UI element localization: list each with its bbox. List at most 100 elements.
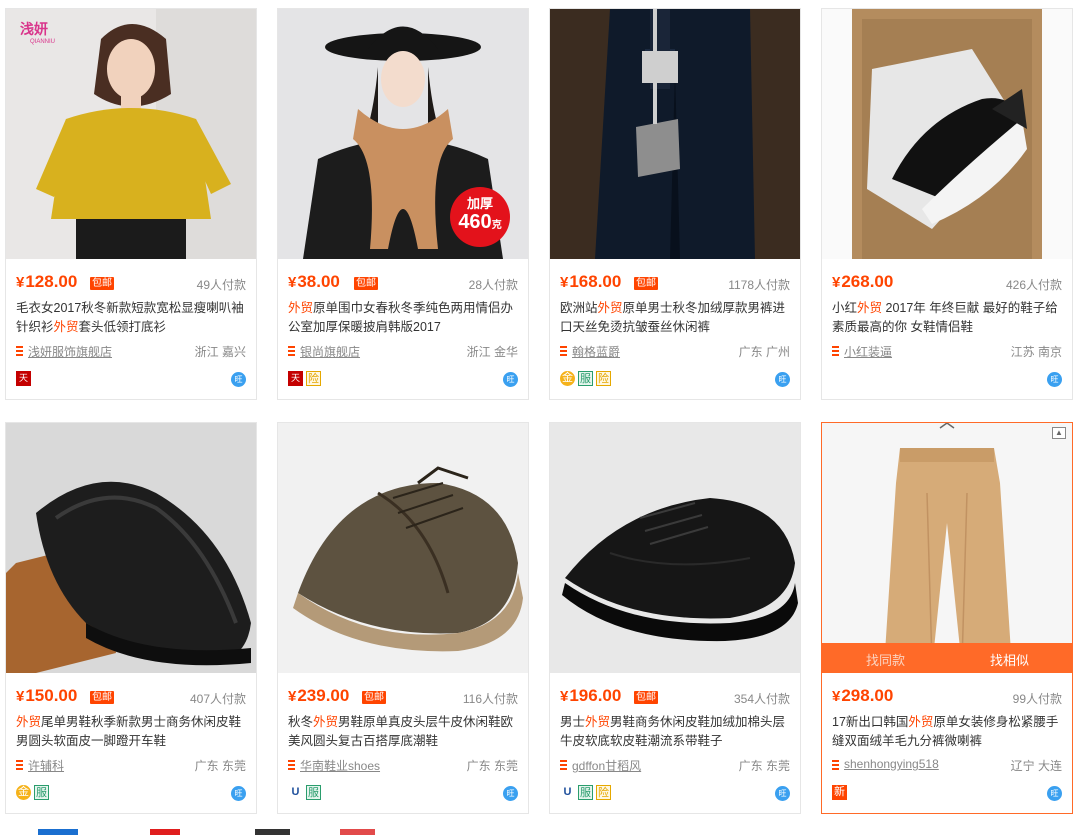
paid-count: 354人付款 bbox=[733, 692, 790, 706]
badge-row: 旺 bbox=[832, 371, 1062, 389]
free-shipping-tag: 包邮 bbox=[362, 691, 386, 704]
service-icon[interactable]: 服 bbox=[578, 371, 593, 386]
shop-link[interactable]: 华南鞋业shoes bbox=[300, 757, 380, 774]
location: 江苏 南京 bbox=[1010, 345, 1062, 359]
shop-link[interactable]: shenhongying518 bbox=[844, 757, 939, 771]
insurance-icon[interactable]: 险 bbox=[596, 785, 611, 800]
gold-seller-icon[interactable]: 金 bbox=[560, 371, 575, 386]
shop-link[interactable]: 浅妍服饰旗舰店 bbox=[28, 343, 112, 360]
badge-row: U服险 旺 bbox=[560, 785, 790, 803]
product-image[interactable]: ▲ 找同款 找相似 bbox=[822, 423, 1072, 673]
shop-icon bbox=[832, 760, 839, 770]
brand-logo bbox=[150, 829, 180, 835]
product-card[interactable]: ¥150.00 包邮 407人付款 外贸尾单男鞋秋季新款男士商务休闲皮鞋男圆头软… bbox=[5, 422, 257, 814]
price: ¥38.00 bbox=[288, 272, 340, 291]
badge-row: 金服险 旺 bbox=[560, 371, 790, 389]
find-same-button[interactable]: 找同款 bbox=[866, 650, 905, 669]
badge-row: U服 旺 bbox=[288, 785, 518, 803]
shield-icon[interactable]: U bbox=[288, 785, 303, 800]
paid-count: 49人付款 bbox=[196, 278, 246, 292]
badge-row: 天 旺 bbox=[16, 371, 246, 389]
location: 广东 东莞 bbox=[738, 759, 790, 773]
wangwang-chat-icon[interactable]: 旺 bbox=[1047, 372, 1062, 387]
price-row: ¥298.00 99人付款 bbox=[832, 685, 1062, 707]
wangwang-chat-icon[interactable]: 旺 bbox=[503, 786, 518, 801]
product-title[interactable]: 欧洲站外贸原单男士秋冬加绒厚款男裤进口天丝免烫抗皱蚕丝休闲裤 bbox=[560, 299, 790, 337]
location: 浙江 金华 bbox=[466, 345, 518, 359]
shop-row: 银尚旗舰店 浙江 金华 bbox=[288, 343, 518, 359]
shop-link[interactable]: 银尚旗舰店 bbox=[300, 343, 360, 360]
badge-row: 金服 旺 bbox=[16, 785, 246, 803]
wangwang-chat-icon[interactable]: 旺 bbox=[775, 372, 790, 387]
free-shipping-tag: 包邮 bbox=[634, 691, 658, 704]
new-icon[interactable]: 新 bbox=[832, 785, 847, 800]
wangwang-chat-icon[interactable]: 旺 bbox=[775, 786, 790, 801]
hide-icon[interactable]: ▲ bbox=[1052, 427, 1066, 439]
shield-icon[interactable]: U bbox=[560, 785, 575, 800]
shop-link[interactable]: gdffon甘稻风 bbox=[572, 757, 641, 774]
wangwang-chat-icon[interactable]: 旺 bbox=[231, 786, 246, 801]
location: 浙江 嘉兴 bbox=[194, 345, 246, 359]
tmall-icon[interactable]: 天 bbox=[16, 371, 31, 386]
brand-logo bbox=[340, 829, 375, 835]
product-image[interactable] bbox=[6, 423, 256, 673]
product-title[interactable]: 17新出口韩国外贸原单女装修身松紧腰手缝双面绒羊毛九分裤微喇裤 bbox=[832, 713, 1062, 751]
shop-row: 小红装逼 江苏 南京 bbox=[832, 343, 1062, 359]
price: ¥196.00 bbox=[560, 686, 622, 705]
brand-watermark-sub: QIANNIU bbox=[30, 39, 56, 45]
product-image[interactable] bbox=[278, 423, 528, 673]
product-card[interactable]: ¥168.00 包邮 1178人付款 欧洲站外贸原单男士秋冬加绒厚款男裤进口天丝… bbox=[549, 8, 801, 400]
service-icon[interactable]: 服 bbox=[34, 785, 49, 800]
service-icon[interactable]: 服 bbox=[578, 785, 593, 800]
tmall-icon[interactable]: 天 bbox=[288, 371, 303, 386]
price-row: ¥128.00 包邮 49人付款 bbox=[16, 271, 246, 293]
brand-logo bbox=[255, 829, 290, 835]
product-title[interactable]: 外贸尾单男鞋秋季新款男士商务休闲皮鞋男圆头软面皮一脚蹬开车鞋 bbox=[16, 713, 246, 751]
shop-row: 华南鞋业shoes 广东 东莞 bbox=[288, 757, 518, 773]
product-image[interactable] bbox=[550, 9, 800, 259]
product-card[interactable]: ▲ 找同款 找相似 ¥298.00 99人付款 17新出口韩国外贸原单女装修身松… bbox=[821, 422, 1073, 814]
product-image[interactable]: 浅妍 QIANNIU bbox=[6, 9, 256, 259]
free-shipping-tag: 包邮 bbox=[90, 277, 114, 290]
product-title[interactable]: 外贸原单围巾女春秋冬季纯色两用情侣办公室加厚保暖披肩韩版2017 bbox=[288, 299, 518, 337]
product-card[interactable]: 加厚 460克 ¥38.00 包邮 28人付款 外贸原单围巾女春秋冬季纯色两用情… bbox=[277, 8, 529, 400]
product-title[interactable]: 秋冬外贸男鞋原单真皮头层牛皮休闲鞋欧美风圆头复古百搭厚底潮鞋 bbox=[288, 713, 518, 751]
product-image[interactable]: 加厚 460克 bbox=[278, 9, 528, 259]
wangwang-chat-icon[interactable]: 旺 bbox=[231, 372, 246, 387]
shop-row: 浅妍服饰旗舰店 浙江 嘉兴 bbox=[16, 343, 246, 359]
product-title[interactable]: 毛衣女2017秋冬新款短款宽松显瘦喇叭袖针织衫外贸套头低领打底衫 bbox=[16, 299, 246, 337]
location: 广东 东莞 bbox=[194, 759, 246, 773]
badge-row: 天险 旺 bbox=[288, 371, 518, 389]
product-card[interactable]: ¥268.00 426人付款 小红外贸 2017年 年终巨献 最好的鞋子给素质最… bbox=[821, 8, 1073, 400]
shop-link[interactable]: 小红装逼 bbox=[844, 343, 892, 360]
product-card[interactable]: ¥239.00 包邮 116人付款 秋冬外贸男鞋原单真皮头层牛皮休闲鞋欧美风圆头… bbox=[277, 422, 529, 814]
wangwang-chat-icon[interactable]: 旺 bbox=[1047, 786, 1062, 801]
shop-icon bbox=[832, 346, 839, 356]
find-similar-button[interactable]: 找相似 bbox=[990, 650, 1029, 669]
brand-watermark: 浅妍 QIANNIU bbox=[20, 19, 55, 45]
product-title[interactable]: 男士外贸男鞋商务休闲皮鞋加绒加棉头层牛皮软底软皮鞋潮流系带鞋子 bbox=[560, 713, 790, 751]
shop-icon bbox=[288, 346, 295, 356]
price-row: ¥168.00 包邮 1178人付款 bbox=[560, 271, 790, 293]
wangwang-chat-icon[interactable]: 旺 bbox=[503, 372, 518, 387]
shop-icon bbox=[288, 760, 295, 770]
product-card[interactable]: 浅妍 QIANNIU ¥128.00 包邮 49人付款 毛衣女2017秋冬新款短… bbox=[5, 8, 257, 400]
price: ¥128.00 bbox=[16, 272, 78, 291]
service-icon[interactable]: 服 bbox=[306, 785, 321, 800]
brand-watermark-text: 浅妍 bbox=[20, 21, 48, 37]
product-title[interactable]: 小红外贸 2017年 年终巨献 最好的鞋子给素质最高的你 女鞋情侣鞋 bbox=[832, 299, 1062, 337]
price-row: ¥150.00 包邮 407人付款 bbox=[16, 685, 246, 707]
price-row: ¥196.00 包邮 354人付款 bbox=[560, 685, 790, 707]
product-card[interactable]: ¥196.00 包邮 354人付款 男士外贸男鞋商务休闲皮鞋加绒加棉头层牛皮软底… bbox=[549, 422, 801, 814]
insurance-icon[interactable]: 险 bbox=[306, 371, 321, 386]
shop-link[interactable]: 翰格蓝爵 bbox=[572, 343, 620, 360]
gold-seller-icon[interactable]: 金 bbox=[16, 785, 31, 800]
promo-badge-number: 460 bbox=[458, 211, 492, 233]
shop-link[interactable]: 许辅科 bbox=[28, 757, 64, 774]
insurance-icon[interactable]: 险 bbox=[596, 371, 611, 386]
product-image[interactable] bbox=[822, 9, 1072, 259]
price: ¥168.00 bbox=[560, 272, 622, 291]
location: 广东 东莞 bbox=[466, 759, 518, 773]
product-image[interactable] bbox=[550, 423, 800, 673]
paid-count: 426人付款 bbox=[1005, 278, 1062, 292]
